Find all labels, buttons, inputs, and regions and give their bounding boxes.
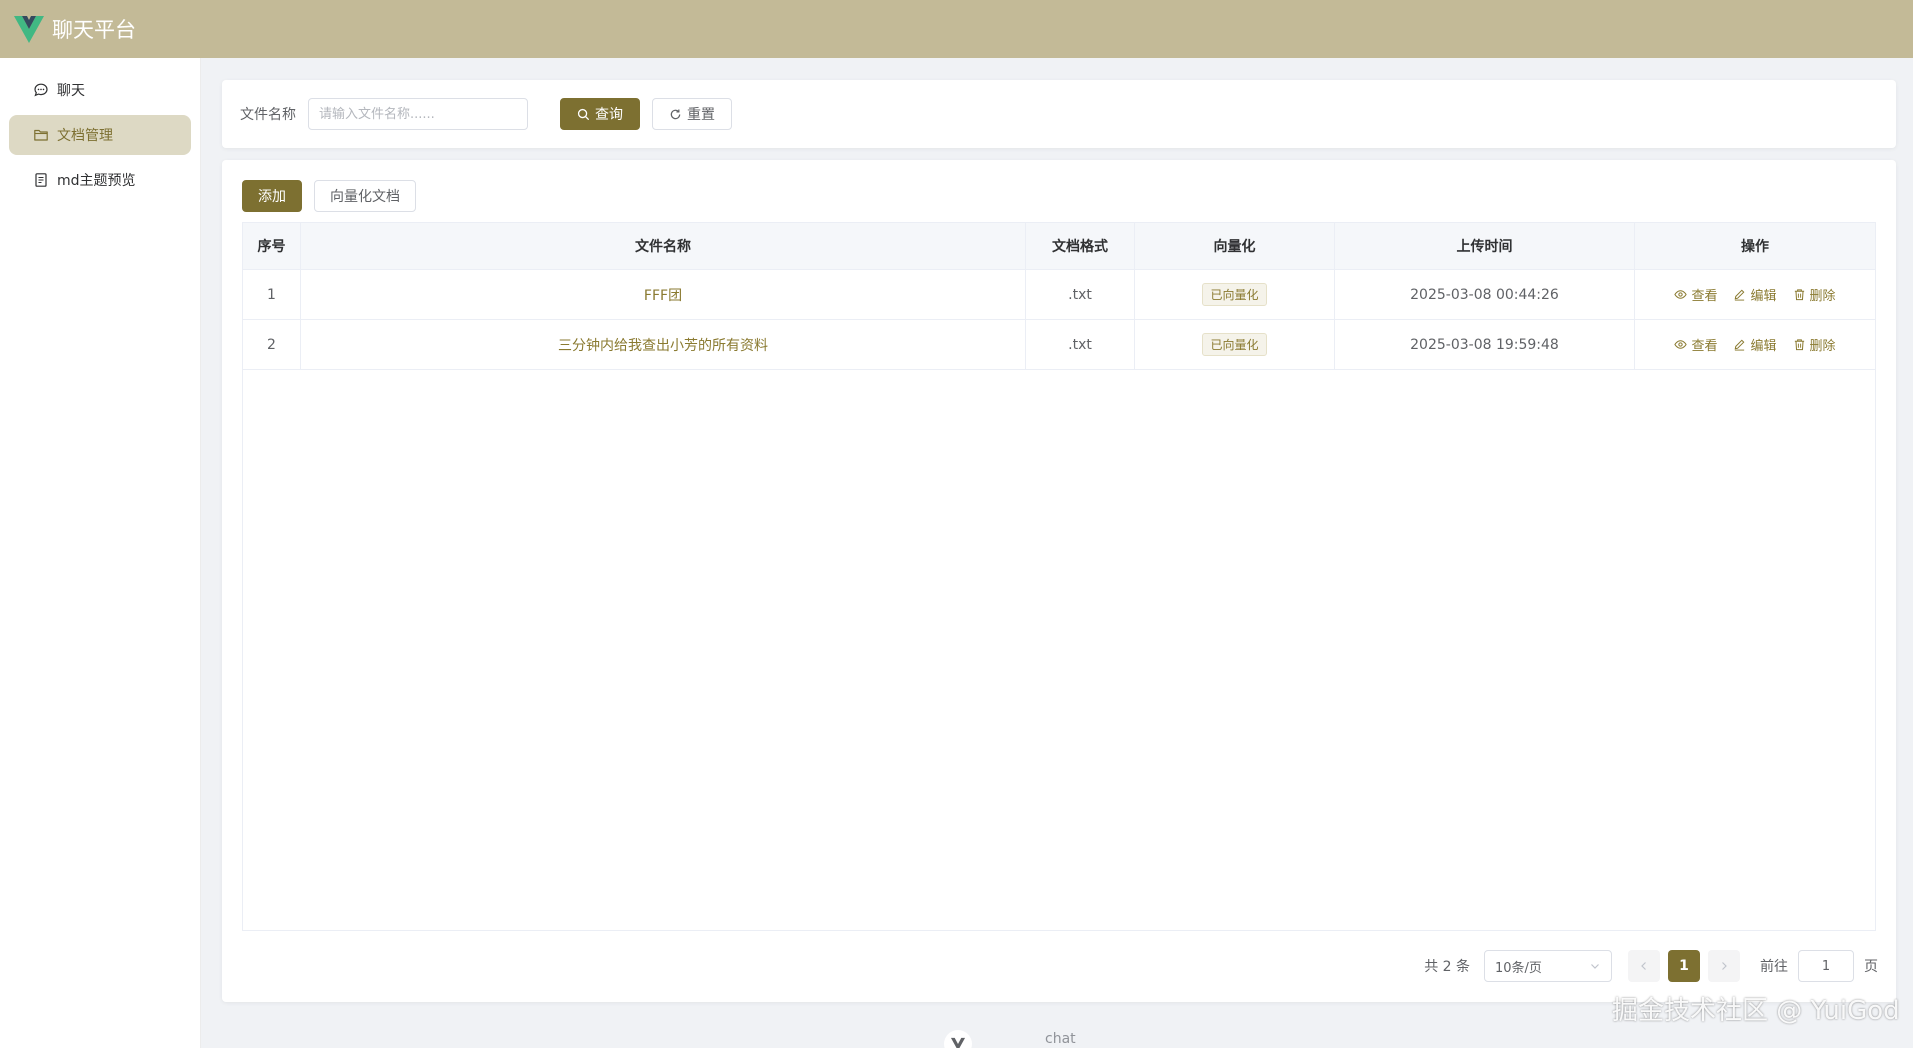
upload-time: 2025-03-08 00:44:26: [1335, 270, 1635, 319]
file-name-link[interactable]: 三分钟内给我查出小芳的所有资料: [558, 335, 768, 355]
pencil-icon: [1735, 289, 1745, 301]
search-button[interactable]: 查询: [560, 98, 640, 130]
reset-button[interactable]: 重置: [652, 98, 732, 130]
vue-logo-icon: [944, 1030, 972, 1048]
total-count: 共 2 条: [1424, 959, 1470, 975]
edit-label: 编辑: [1750, 289, 1777, 304]
table-header-row: 序号 文件名称 文档格式 向量化 上传时间 操作: [243, 223, 1875, 270]
refresh-icon: [670, 108, 681, 119]
vectorized-status-badge: 已向量化: [1202, 283, 1267, 306]
sidebar-item-md-theme[interactable]: md主题预览: [9, 160, 191, 200]
page-number-button[interactable]: 1: [1668, 950, 1700, 982]
chevron-down-icon: [1591, 964, 1599, 969]
document-icon: [35, 173, 47, 187]
documents-table: 序号 文件名称 文档格式 向量化 上传时间 操作 1 FFF团 .txt 已向量…: [242, 222, 1876, 931]
chevron-left-icon: [1641, 962, 1646, 970]
trash-icon: [1794, 289, 1804, 301]
reset-button-label: 重置: [687, 107, 715, 123]
goto-page-input[interactable]: [1798, 950, 1854, 982]
column-header[interactable]: 操作: [1635, 223, 1875, 269]
row-index: 2: [243, 320, 301, 369]
next-page-button[interactable]: [1708, 950, 1740, 982]
column-header[interactable]: 序号: [243, 223, 301, 269]
column-header[interactable]: 文档格式: [1026, 223, 1135, 269]
app-title: 聊天平台: [52, 18, 136, 42]
vectorized-status-badge: 已向量化: [1202, 333, 1267, 356]
view-label: 查看: [1691, 289, 1718, 304]
eye-icon: [1674, 340, 1688, 349]
page-size-value: 10条/页: [1495, 960, 1542, 976]
document-table-panel: 添加 向量化文档 序号 文件名称 文档格式 向量化 上传时间 操作 1 FFF团…: [222, 160, 1896, 1002]
page-suffix-label: 页: [1864, 959, 1878, 975]
file-format: .txt: [1026, 320, 1135, 369]
sidebar-item-label: 文档管理: [57, 128, 113, 144]
edit-label: 编辑: [1750, 339, 1777, 354]
table-row: 1 FFF团 .txt 已向量化 2025-03-08 00:44:26 查看 …: [243, 270, 1875, 320]
app-header: 聊天平台: [0, 0, 1913, 58]
table-toolbar: 添加 向量化文档: [242, 180, 416, 212]
row-actions: 查看 编辑 删除: [1635, 270, 1875, 319]
filename-label: 文件名称: [240, 107, 296, 123]
sidebar-item-chat[interactable]: 聊天: [9, 70, 191, 110]
page-size-select[interactable]: 10条/页: [1484, 950, 1612, 982]
delete-button[interactable]: 删除: [1793, 335, 1836, 354]
eye-icon: [1674, 290, 1688, 299]
delete-label: 删除: [1809, 289, 1836, 304]
sidebar-item-documents[interactable]: 文档管理: [9, 115, 191, 155]
search-button-label: 查询: [595, 107, 623, 123]
view-label: 查看: [1691, 339, 1718, 354]
sidebar: 聊天 文档管理 md主题预览: [0, 58, 201, 1048]
goto-label: 前往: [1760, 959, 1788, 975]
trash-icon: [1794, 339, 1804, 351]
table-row: 2 三分钟内给我查出小芳的所有资料 .txt 已向量化 2025-03-08 1…: [243, 320, 1875, 370]
view-button[interactable]: 查看: [1674, 335, 1717, 354]
vue-logo-icon: [14, 16, 44, 43]
prev-page-button[interactable]: [1628, 950, 1660, 982]
chevron-right-icon: [1722, 962, 1727, 970]
vectorize-documents-button[interactable]: 向量化文档: [314, 180, 416, 212]
delete-label: 删除: [1809, 339, 1836, 354]
edit-button[interactable]: 编辑: [1733, 335, 1777, 354]
add-button[interactable]: 添加: [242, 180, 302, 212]
row-index: 1: [243, 270, 301, 319]
file-name-link[interactable]: FFF团: [644, 285, 682, 305]
chat-bubble-icon: [34, 83, 48, 97]
search-icon: [577, 108, 589, 120]
footer-text: chat: [1045, 1031, 1076, 1047]
search-panel: 文件名称 查询 重置: [222, 80, 1896, 148]
column-header[interactable]: 向量化: [1135, 223, 1335, 269]
watermark: 掘金技术社区 @ YuiGod: [1612, 996, 1900, 1026]
file-format: .txt: [1026, 270, 1135, 319]
column-header[interactable]: 上传时间: [1335, 223, 1635, 269]
upload-time: 2025-03-08 19:59:48: [1335, 320, 1635, 369]
column-header[interactable]: 文件名称: [301, 223, 1026, 269]
delete-button[interactable]: 删除: [1793, 285, 1836, 304]
sidebar-item-label: 聊天: [57, 83, 85, 99]
view-button[interactable]: 查看: [1674, 285, 1717, 304]
sidebar-item-label: md主题预览: [57, 173, 136, 189]
pagination: 共 2 条 10条/页 1 前往 页: [1424, 950, 1878, 982]
filename-search-input[interactable]: [308, 98, 528, 130]
folder-icon: [34, 129, 48, 141]
pencil-icon: [1735, 339, 1745, 351]
edit-button[interactable]: 编辑: [1733, 285, 1777, 304]
row-actions: 查看 编辑 删除: [1635, 320, 1875, 369]
